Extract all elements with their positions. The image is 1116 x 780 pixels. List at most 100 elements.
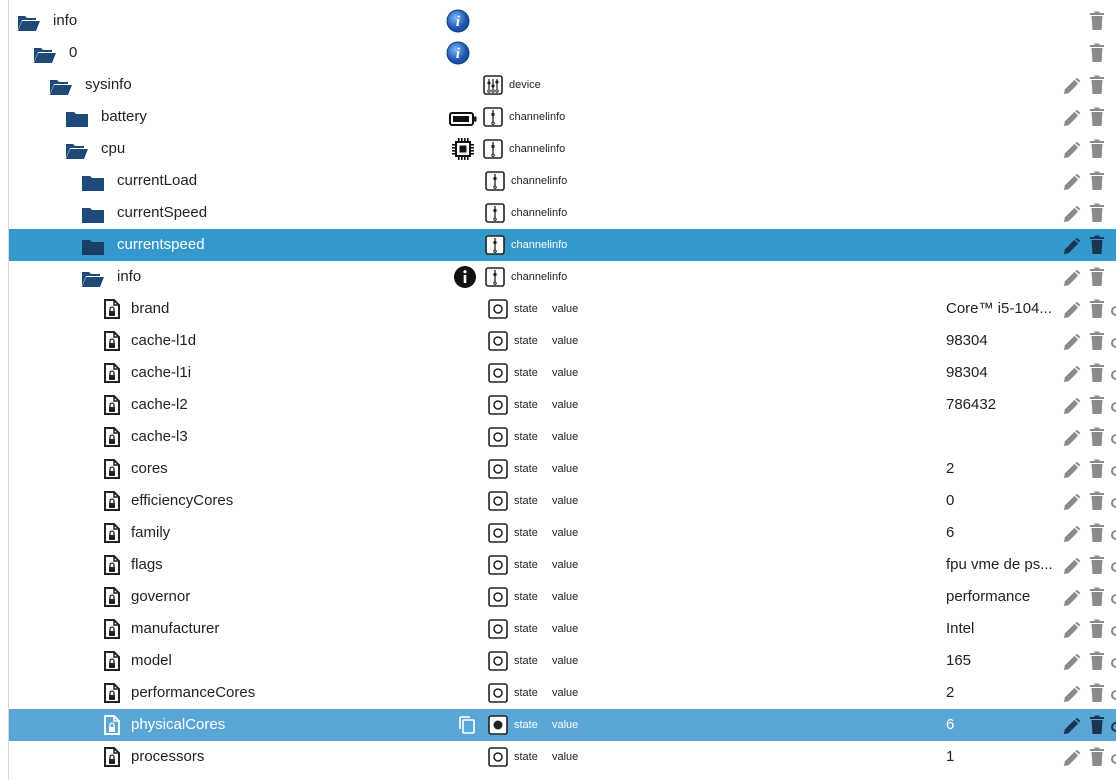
delete-trash-icon[interactable]: [1089, 747, 1105, 767]
edit-pencil-icon[interactable]: [1062, 524, 1081, 543]
state-value[interactable]: 0: [946, 485, 1058, 517]
history-icon[interactable]: [1110, 684, 1116, 702]
tree-row[interactable]: cache-l1i state value 98304: [9, 357, 1116, 389]
history-icon[interactable]: [1110, 300, 1116, 318]
delete-trash-icon[interactable]: [1089, 299, 1105, 319]
tree-row[interactable]: sysinfo device: [9, 69, 1116, 101]
tree-row[interactable]: info i: [9, 5, 1116, 37]
tree-row[interactable]: currentLoad channelinfo: [9, 165, 1116, 197]
edit-pencil-icon[interactable]: [1062, 652, 1081, 671]
delete-trash-icon[interactable]: [1089, 683, 1105, 703]
delete-trash-icon[interactable]: [1089, 203, 1105, 223]
delete-trash-icon[interactable]: [1089, 331, 1105, 351]
edit-pencil-icon[interactable]: [1062, 140, 1081, 159]
edit-pencil-icon[interactable]: [1062, 428, 1081, 447]
history-icon[interactable]: [1110, 332, 1116, 350]
delete-trash-icon[interactable]: [1089, 427, 1105, 447]
history-icon[interactable]: [1110, 588, 1116, 606]
state-value[interactable]: 98304: [946, 325, 1058, 357]
edit-pencil-icon[interactable]: [1062, 172, 1081, 191]
history-icon[interactable]: [1110, 364, 1116, 382]
state-value[interactable]: 6: [946, 517, 1058, 549]
tree-row[interactable]: manufacturer state value Intel: [9, 613, 1116, 645]
history-icon[interactable]: [1110, 460, 1116, 478]
delete-trash-icon[interactable]: [1089, 11, 1105, 31]
edit-pencil-icon[interactable]: [1062, 492, 1081, 511]
history-icon[interactable]: [1110, 396, 1116, 414]
state-value[interactable]: Intel: [946, 613, 1058, 645]
delete-trash-icon[interactable]: [1089, 459, 1105, 479]
tree-row[interactable]: physicalCores state value 6: [9, 709, 1116, 741]
tree-row[interactable]: efficiencyCores state value 0: [9, 485, 1116, 517]
tree-row[interactable]: cache-l1d state value 98304: [9, 325, 1116, 357]
delete-trash-icon[interactable]: [1089, 235, 1105, 255]
delete-trash-icon[interactable]: [1089, 587, 1105, 607]
state-value[interactable]: 2: [946, 453, 1058, 485]
copy-icon[interactable]: [458, 715, 476, 735]
edit-pencil-icon[interactable]: [1062, 588, 1081, 607]
edit-pencil-icon[interactable]: [1062, 620, 1081, 639]
edit-pencil-icon[interactable]: [1062, 108, 1081, 127]
edit-pencil-icon[interactable]: [1062, 684, 1081, 703]
history-icon[interactable]: [1110, 652, 1116, 670]
tree-row[interactable]: model state value 165: [9, 645, 1116, 677]
state-value[interactable]: 165: [946, 645, 1058, 677]
delete-trash-icon[interactable]: [1089, 171, 1105, 191]
edit-pencil-icon[interactable]: [1062, 332, 1081, 351]
edit-pencil-icon[interactable]: [1062, 748, 1081, 767]
info-blue-icon[interactable]: i: [446, 41, 470, 65]
edit-pencil-icon[interactable]: [1062, 300, 1081, 319]
delete-trash-icon[interactable]: [1089, 363, 1105, 383]
history-icon[interactable]: [1110, 556, 1116, 574]
delete-trash-icon[interactable]: [1089, 43, 1105, 63]
history-icon[interactable]: [1110, 492, 1116, 510]
edit-pencil-icon[interactable]: [1062, 556, 1081, 575]
edit-pencil-icon[interactable]: [1062, 460, 1081, 479]
state-value[interactable]: 98304: [946, 357, 1058, 389]
delete-trash-icon[interactable]: [1089, 491, 1105, 511]
edit-pencil-icon[interactable]: [1062, 268, 1081, 287]
edit-pencil-icon[interactable]: [1062, 716, 1081, 735]
tree-row[interactable]: family state value 6: [9, 517, 1116, 549]
state-value[interactable]: Core™ i5-104...: [946, 293, 1058, 325]
tree-row[interactable]: currentSpeed channelinfo: [9, 197, 1116, 229]
tree-row[interactable]: governor state value performance: [9, 581, 1116, 613]
edit-pencil-icon[interactable]: [1062, 364, 1081, 383]
edit-pencil-icon[interactable]: [1062, 236, 1081, 255]
delete-trash-icon[interactable]: [1089, 619, 1105, 639]
edit-pencil-icon[interactable]: [1062, 204, 1081, 223]
tree-row[interactable]: battery channelinfo: [9, 101, 1116, 133]
state-value[interactable]: 6: [946, 709, 1058, 741]
edit-pencil-icon[interactable]: [1062, 76, 1081, 95]
edit-pencil-icon[interactable]: [1062, 396, 1081, 415]
delete-trash-icon[interactable]: [1089, 395, 1105, 415]
delete-trash-icon[interactable]: [1089, 523, 1105, 543]
delete-trash-icon[interactable]: [1089, 107, 1105, 127]
delete-trash-icon[interactable]: [1089, 555, 1105, 575]
delete-trash-icon[interactable]: [1089, 267, 1105, 287]
delete-trash-icon[interactable]: [1089, 651, 1105, 671]
history-icon[interactable]: [1110, 428, 1116, 446]
tree-row[interactable]: flags state value fpu vme de ps...: [9, 549, 1116, 581]
delete-trash-icon[interactable]: [1089, 75, 1105, 95]
delete-trash-icon[interactable]: [1089, 139, 1105, 159]
tree-row[interactable]: cores state value 2: [9, 453, 1116, 485]
history-icon[interactable]: [1110, 748, 1116, 766]
state-value[interactable]: 786432: [946, 389, 1058, 421]
state-value[interactable]: 1: [946, 741, 1058, 773]
tree-row[interactable]: brand state value Core™ i5-104...: [9, 293, 1116, 325]
tree-row[interactable]: cache-l2 state value 786432: [9, 389, 1116, 421]
tree-row[interactable]: 0i: [9, 37, 1116, 69]
delete-trash-icon[interactable]: [1089, 715, 1105, 735]
tree-row[interactable]: performanceCores state value 2: [9, 677, 1116, 709]
tree-row[interactable]: info channelinfo: [9, 261, 1116, 293]
history-icon[interactable]: [1110, 716, 1116, 734]
tree-row[interactable]: cache-l3 state value: [9, 421, 1116, 453]
tree-row[interactable]: currentspeed channelinfo: [9, 229, 1116, 261]
tree-row[interactable]: cpu channelinfo: [9, 133, 1116, 165]
history-icon[interactable]: [1110, 524, 1116, 542]
state-value[interactable]: performance: [946, 581, 1058, 613]
history-icon[interactable]: [1110, 620, 1116, 638]
info-blue-icon[interactable]: i: [446, 9, 470, 33]
state-value[interactable]: 2: [946, 677, 1058, 709]
